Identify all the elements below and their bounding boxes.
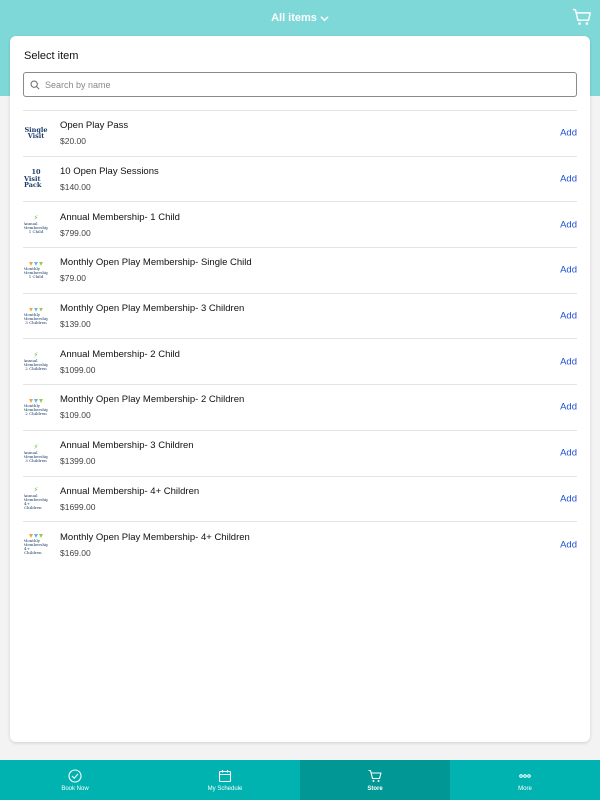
thumbnail-text: 4+ Children [24, 546, 42, 556]
item-info: Monthly Open Play Membership- 3 Children… [60, 303, 244, 329]
add-item-button[interactable]: Add [560, 311, 577, 322]
bunting-icon [29, 307, 43, 312]
thumbnail-text: 2 Children [25, 366, 47, 372]
nav-store[interactable]: Store [300, 760, 450, 800]
bottom-nav: Book Now My Schedule Store More [0, 760, 600, 800]
add-item-button[interactable]: Add [560, 265, 577, 276]
item-info: Open Play Pass $20.00 [60, 120, 128, 146]
item-row[interactable]: ⚡ Annual Membership 1 Child Annual Membersh… [23, 201, 577, 247]
thumbnail-text: 3 Children [25, 457, 47, 463]
calendar-icon [218, 769, 232, 782]
item-row[interactable]: 10 Visit Pack 10 Open Play Sessions $140.00… [23, 155, 577, 202]
item-price: $140.00 [60, 182, 91, 193]
check-circle-icon [68, 768, 82, 783]
nav-label: Book Now [61, 785, 89, 792]
category-dropdown-label: All items [271, 12, 317, 24]
item-name: Annual Membership- 4+ Children [60, 485, 200, 497]
thumbnail-text: 2 Children [25, 410, 47, 416]
item-price: $1699.00 [60, 501, 96, 512]
nav-more[interactable]: More [450, 760, 600, 800]
item-list: Single Visit Open Play Pass $20.00 Add 10 Visi… [23, 110, 577, 567]
item-info: Annual Membership- 2 Child $1099.00 [60, 349, 180, 375]
bunting-icon [29, 261, 43, 266]
item-thumbnail: ⚡ Annual Membership 3 Children [24, 441, 48, 465]
item-name: Monthly Open Play Membership- 4+ Childre… [60, 531, 250, 543]
item-thumbnail: ⚡ Annual Membership 2 Children [24, 350, 48, 374]
chevron-down-icon [320, 15, 329, 21]
item-name: Annual Membership- 1 Child [60, 211, 180, 223]
item-thumbnail: Single Visit [24, 121, 48, 145]
item-thumbnail: 10 Visit Pack [24, 167, 48, 191]
search-input[interactable] [45, 79, 545, 90]
add-item-button[interactable]: Add [560, 493, 577, 504]
item-price: $1099.00 [60, 364, 96, 375]
card-title: Select item [24, 50, 79, 62]
add-item-button[interactable]: Add [560, 448, 577, 459]
item-thumbnail: Monthly Membership 2 Children [24, 395, 48, 419]
item-name: 10 Open Play Sessions [60, 166, 159, 178]
item-price: $1399.00 [60, 456, 96, 467]
item-price: $109.00 [60, 410, 91, 421]
item-thumbnail: Monthly Membership 1 Child [24, 258, 48, 282]
nav-label: Store [367, 785, 383, 792]
nav-book-now[interactable]: Book Now [0, 760, 150, 800]
item-info: Annual Membership- 3 Children $1399.00 [60, 440, 194, 466]
item-info: Monthly Open Play Membership- 2 Children… [60, 394, 244, 420]
item-thumbnail: Monthly Membership 4+ Children [24, 533, 48, 557]
add-item-button[interactable]: Add [560, 356, 577, 367]
item-row[interactable]: ⚡ Annual Membership 4+ Children Annual Memb… [23, 475, 577, 522]
more-dots-icon [519, 773, 531, 778]
thumbnail-text: Visit Pack [24, 174, 42, 190]
item-price: $20.00 [60, 136, 86, 147]
item-name: Open Play Pass [60, 120, 129, 132]
item-info: Monthly Open Play Membership- 4+ Childre… [60, 532, 250, 558]
item-price: $799.00 [60, 227, 91, 238]
item-name: Monthly Open Play Membership- 3 Children [60, 303, 245, 315]
nav-my-schedule[interactable]: My Schedule [150, 760, 300, 800]
thumbnail-text: 1 Child [28, 229, 44, 235]
category-dropdown[interactable]: All items [271, 12, 329, 24]
add-item-button[interactable]: Add [560, 174, 577, 185]
item-row[interactable]: Monthly Membership 3 Children Monthly Open… [23, 292, 577, 339]
thumbnail-text: 1 Child [28, 273, 44, 279]
search-icon [30, 80, 40, 90]
item-row[interactable]: Monthly Membership 1 Child Monthly Open Pl… [23, 247, 577, 293]
cart-icon [368, 769, 382, 782]
top-bar: All items [0, 0, 600, 36]
cart-icon[interactable] [572, 8, 592, 26]
thumbnail-text: 4+ Children [24, 501, 42, 511]
item-name: Monthly Open Play Membership- 2 Children [60, 394, 245, 406]
item-row[interactable]: Single Visit Open Play Pass $20.00 Add [23, 110, 577, 156]
nav-label: My Schedule [207, 785, 243, 792]
item-name: Annual Membership- 2 Child [60, 348, 180, 360]
add-item-button[interactable]: Add [560, 402, 577, 413]
item-row[interactable]: Monthly Membership 4+ Children Monthly Ope… [23, 521, 577, 567]
item-name: Annual Membership- 3 Children [60, 440, 194, 452]
item-thumbnail: ⚡ Annual Membership 1 Child [24, 213, 48, 237]
item-row[interactable]: Monthly Membership 2 Children Monthly Open… [23, 384, 577, 430]
item-info: Monthly Open Play Membership- Single Chi… [60, 257, 252, 283]
item-row[interactable]: ⚡ Annual Membership 3 Children Annual Membe… [23, 429, 577, 476]
thumbnail-text: Visit [27, 132, 45, 141]
item-row[interactable]: ⚡ Annual Membership 2 Children Annual Membe… [23, 338, 577, 384]
thumbnail-text: 3 Children [25, 319, 47, 325]
add-item-button[interactable]: Add [560, 219, 577, 230]
add-item-button[interactable]: Add [560, 539, 577, 550]
item-name: Monthly Open Play Membership- Single Chi… [60, 257, 252, 269]
search-box[interactable] [23, 72, 577, 97]
bunting-icon [29, 534, 43, 539]
nav-label: More [518, 785, 532, 792]
item-info: 10 Open Play Sessions $140.00 [60, 166, 159, 192]
item-info: Annual Membership- 1 Child $799.00 [60, 212, 180, 238]
item-price: $169.00 [60, 547, 91, 558]
item-thumbnail: ⚡ Annual Membership 4+ Children [24, 487, 48, 511]
bunting-icon [29, 398, 43, 403]
item-info: Annual Membership- 4+ Children $1699.00 [60, 486, 199, 512]
item-selector-card: Select item SingleVisit Open Play Pass $20… [10, 36, 590, 742]
item-price: $139.00 [60, 319, 91, 330]
item-thumbnail: Monthly Membership 3 Children [24, 304, 48, 328]
add-item-button[interactable]: Add [560, 128, 577, 139]
item-price: $79.00 [60, 273, 86, 284]
